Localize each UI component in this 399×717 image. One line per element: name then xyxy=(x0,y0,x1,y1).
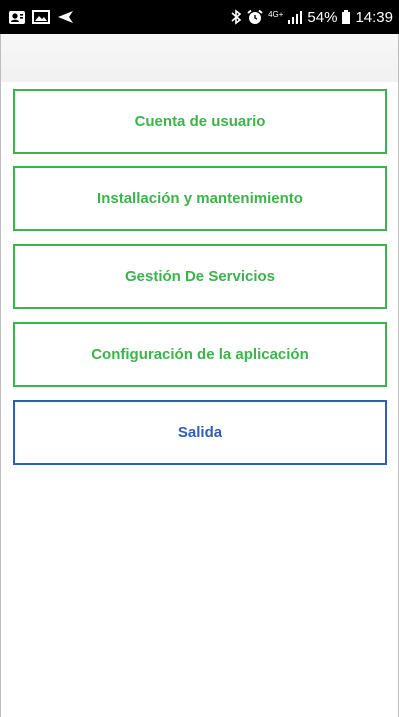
status-left xyxy=(8,8,74,26)
app-settings-label: Configuración de la aplicación xyxy=(91,346,309,363)
battery-icon xyxy=(341,9,351,25)
network-type-label: 4G+ xyxy=(268,9,284,19)
bluetooth-icon xyxy=(230,9,242,25)
status-right: 4G+ 54% 14:39 xyxy=(230,8,393,26)
battery-percent: 54% xyxy=(307,8,338,26)
send-icon xyxy=(56,9,74,25)
image-icon xyxy=(32,9,50,25)
user-account-button[interactable]: Cuenta de usuario xyxy=(13,89,387,154)
app-settings-button[interactable]: Configuración de la aplicación xyxy=(13,322,387,387)
service-management-label: Gestión De Servicios xyxy=(124,268,276,285)
user-account-label: Cuenta de usuario xyxy=(134,113,266,130)
app-content: Cuenta de usuario Installación y manteni… xyxy=(0,34,399,717)
service-management-button[interactable]: Gestión De Servicios xyxy=(13,244,387,309)
contact-card-icon xyxy=(8,9,26,25)
alarm-icon xyxy=(246,9,264,25)
exit-button[interactable]: Salida xyxy=(13,400,387,465)
exit-label: Salida xyxy=(177,424,223,441)
app-header xyxy=(1,34,398,82)
clock-time: 14:39 xyxy=(355,8,393,26)
signal-icon xyxy=(287,9,303,25)
status-bar: 4G+ 54% 14:39 xyxy=(0,0,399,34)
app-screen: 4G+ 54% 14:39 Cuenta de usuario Installa… xyxy=(0,0,399,717)
installation-maintenance-label: Installación y mantenimiento xyxy=(97,190,303,207)
installation-maintenance-button[interactable]: Installación y mantenimiento xyxy=(13,166,387,231)
